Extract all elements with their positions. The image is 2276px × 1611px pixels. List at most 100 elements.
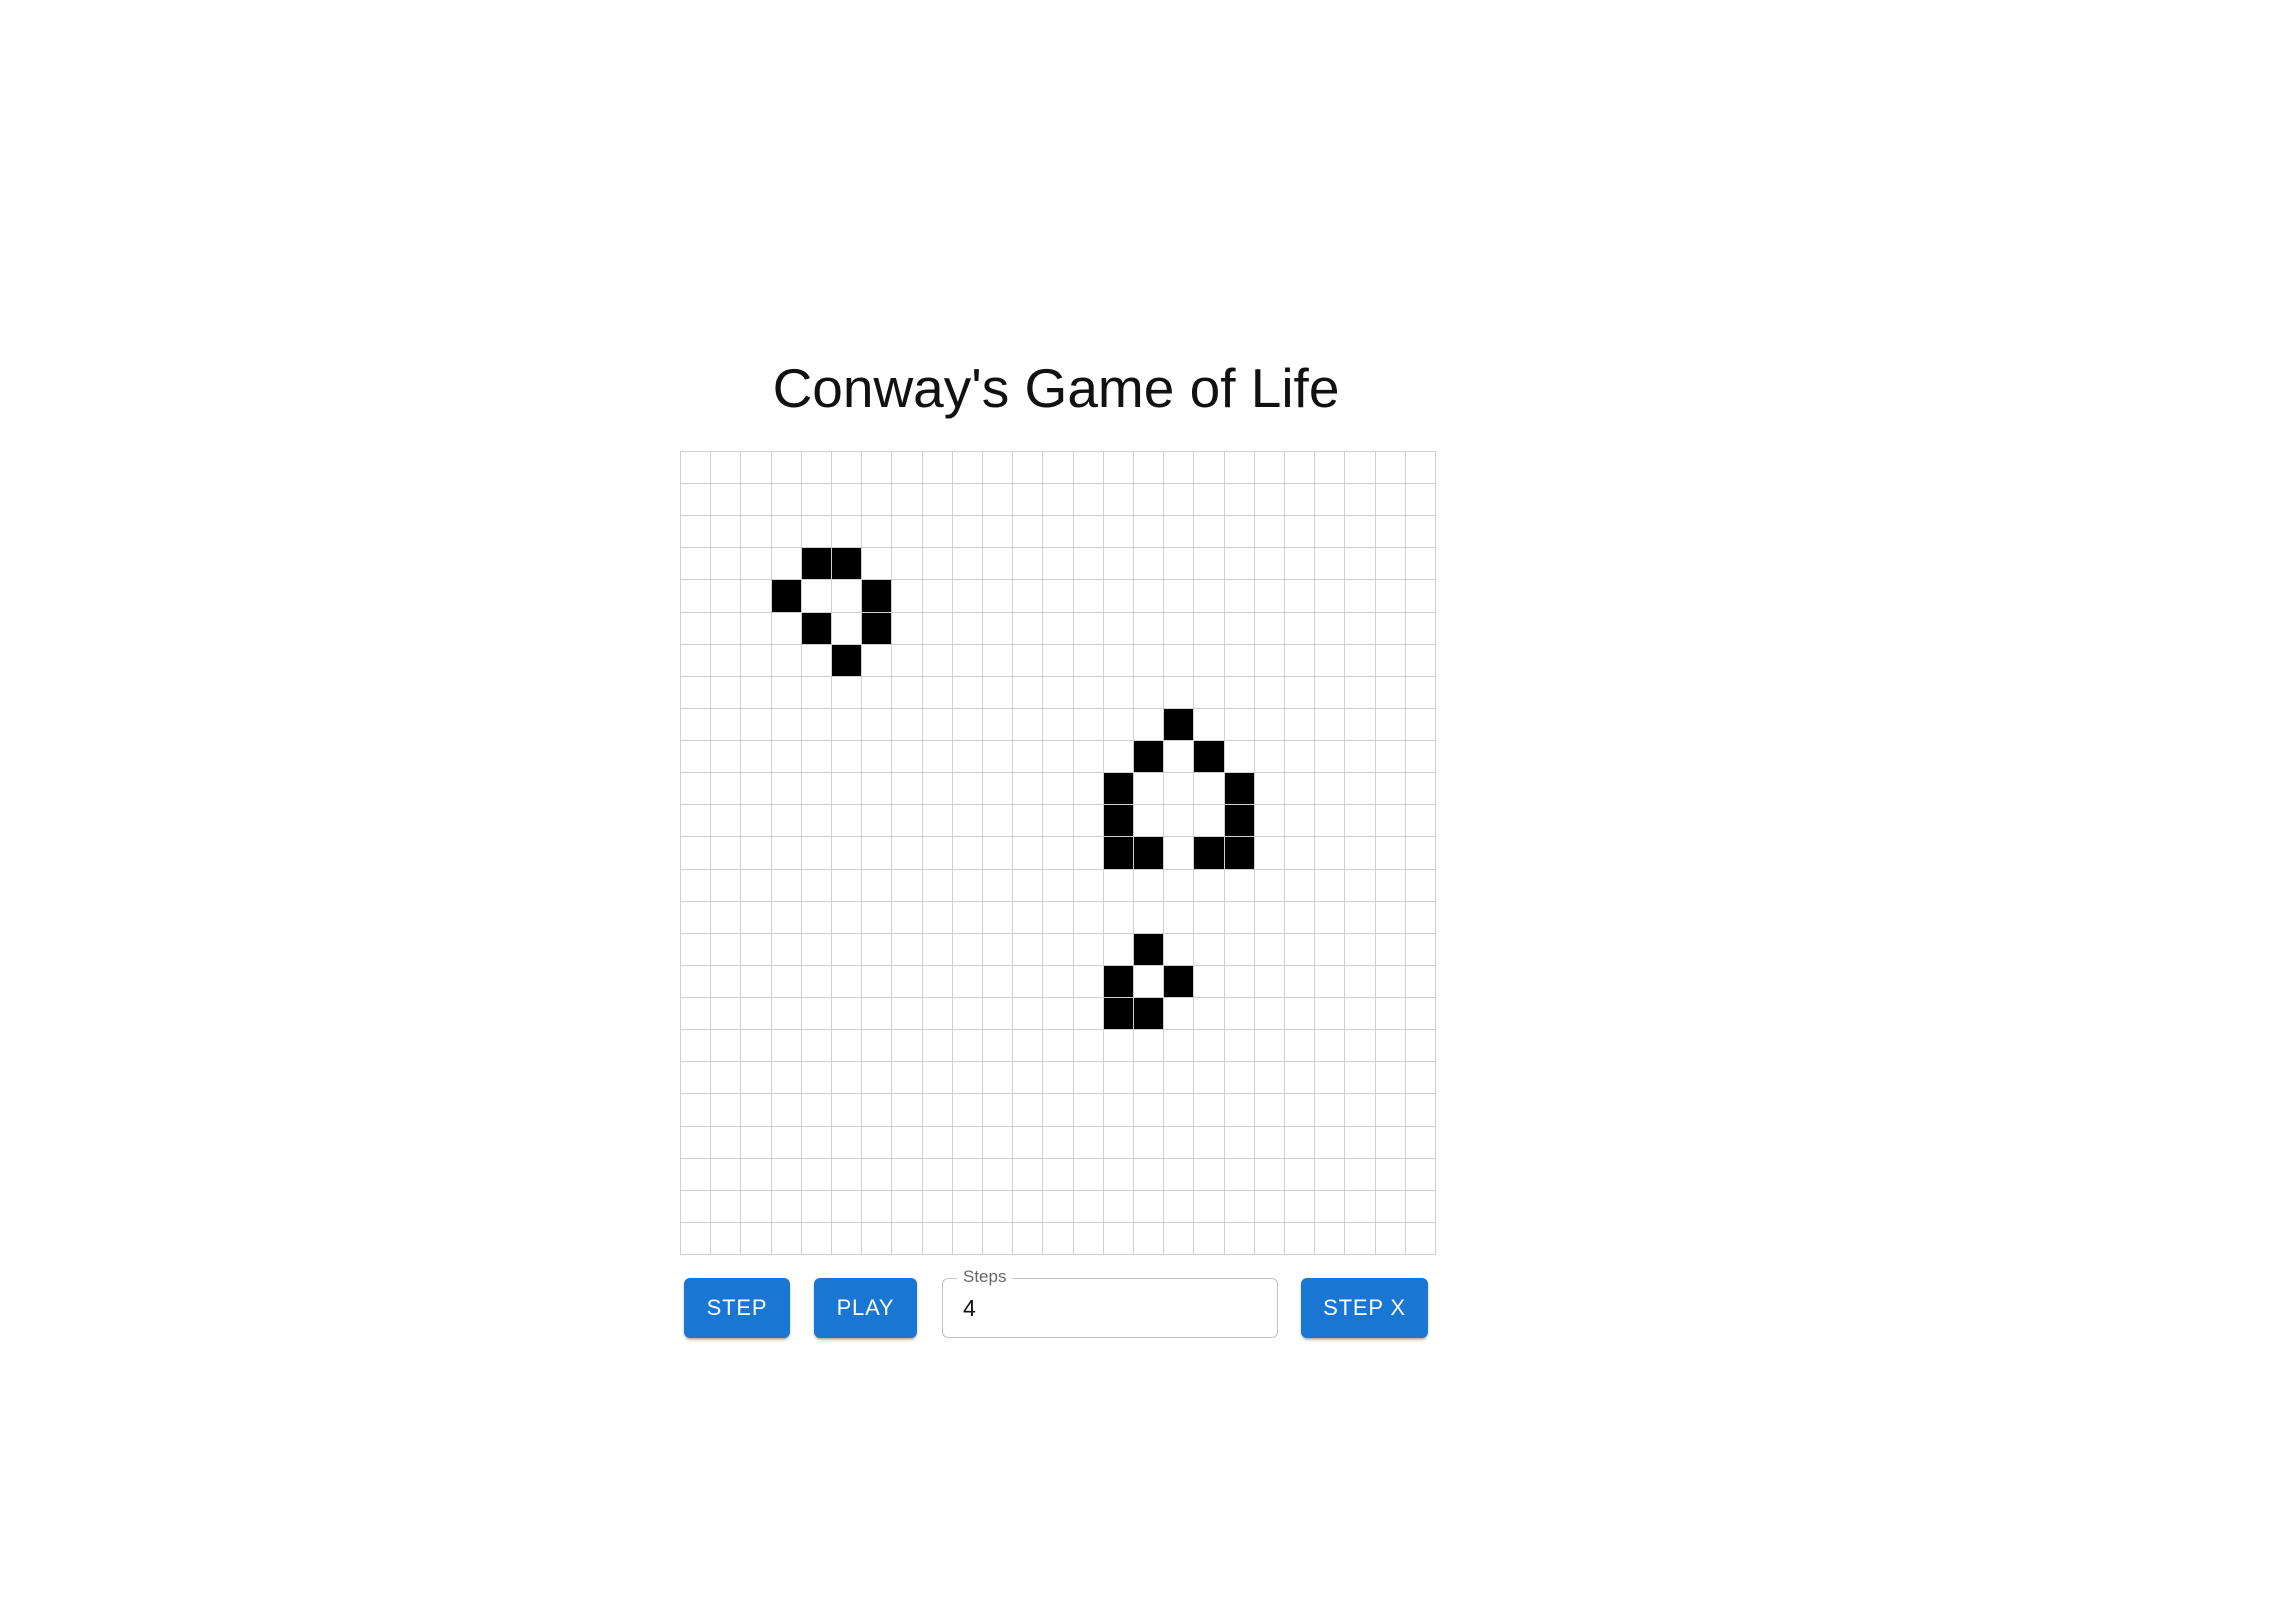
grid-cell[interactable] xyxy=(710,964,741,998)
grid-cell[interactable] xyxy=(891,932,922,965)
grid-cell[interactable] xyxy=(1193,868,1224,901)
grid-cell[interactable] xyxy=(921,707,952,741)
grid-cell[interactable] xyxy=(740,804,771,837)
grid-cell[interactable] xyxy=(831,1029,862,1062)
grid-cell[interactable] xyxy=(1253,451,1284,484)
grid-cell[interactable] xyxy=(770,1221,801,1254)
grid-cell[interactable] xyxy=(1193,964,1224,998)
grid-cell[interactable] xyxy=(680,675,711,708)
grid-cell[interactable] xyxy=(1193,451,1224,484)
grid-cell[interactable] xyxy=(1163,515,1194,548)
grid-cell[interactable] xyxy=(861,1125,892,1158)
grid-cell[interactable] xyxy=(951,1221,982,1254)
grid-cell[interactable] xyxy=(710,740,741,773)
grid-cell[interactable] xyxy=(951,1189,982,1222)
grid-cell[interactable] xyxy=(921,643,952,676)
grid-cell[interactable] xyxy=(861,964,892,998)
grid-cell[interactable] xyxy=(951,868,982,901)
grid-cell[interactable] xyxy=(982,707,1013,741)
grid-cell[interactable] xyxy=(951,547,982,580)
grid-cell[interactable] xyxy=(1253,900,1284,933)
grid-cell[interactable] xyxy=(740,836,771,869)
grid-cell[interactable] xyxy=(680,611,711,644)
grid-cell[interactable] xyxy=(680,740,711,773)
grid-cell[interactable] xyxy=(1344,1029,1375,1062)
grid-cell-alive[interactable] xyxy=(861,579,892,612)
grid-cell-alive[interactable] xyxy=(1163,707,1194,741)
grid-cell[interactable] xyxy=(680,772,711,805)
grid-cell-alive[interactable] xyxy=(1223,836,1254,869)
grid-cell[interactable] xyxy=(831,451,862,484)
grid-cell[interactable] xyxy=(1284,515,1315,548)
grid-cell[interactable] xyxy=(770,643,801,676)
grid-cell[interactable] xyxy=(1042,579,1073,612)
grid-cell[interactable] xyxy=(1314,1125,1345,1158)
grid-cell[interactable] xyxy=(1344,1189,1375,1222)
grid-cell[interactable] xyxy=(770,964,801,998)
grid-cell[interactable] xyxy=(1284,483,1315,516)
grid-cell[interactable] xyxy=(891,707,922,741)
grid-cell[interactable] xyxy=(800,1061,831,1094)
grid-cell[interactable] xyxy=(891,451,922,484)
grid-cell-alive[interactable] xyxy=(1102,804,1133,837)
grid-cell[interactable] xyxy=(680,804,711,837)
grid-cell[interactable] xyxy=(1102,643,1133,676)
grid-cell[interactable] xyxy=(740,740,771,773)
grid-cell[interactable] xyxy=(1042,1221,1073,1254)
grid-cell[interactable] xyxy=(1284,611,1315,644)
grid-cell[interactable] xyxy=(710,1157,741,1190)
grid-cell[interactable] xyxy=(1102,900,1133,933)
grid-cell[interactable] xyxy=(1133,451,1164,484)
grid-cell[interactable] xyxy=(982,772,1013,805)
grid-cell[interactable] xyxy=(1012,451,1043,484)
grid-cell[interactable] xyxy=(1133,1125,1164,1158)
grid-cell[interactable] xyxy=(1404,1029,1435,1062)
grid-cell[interactable] xyxy=(861,740,892,773)
grid-cell[interactable] xyxy=(710,515,741,548)
grid-cell[interactable] xyxy=(861,932,892,965)
grid-cell[interactable] xyxy=(1344,900,1375,933)
grid-cell[interactable] xyxy=(1012,643,1043,676)
grid-cell[interactable] xyxy=(891,1157,922,1190)
grid-cell[interactable] xyxy=(1042,804,1073,837)
grid-cell[interactable] xyxy=(1012,1061,1043,1094)
grid-cell[interactable] xyxy=(1042,836,1073,869)
grid-cell[interactable] xyxy=(951,932,982,965)
grid-cell[interactable] xyxy=(1012,1093,1043,1126)
grid-cell[interactable] xyxy=(982,868,1013,901)
grid-cell[interactable] xyxy=(1223,1125,1254,1158)
grid-cell[interactable] xyxy=(1163,1189,1194,1222)
grid-cell[interactable] xyxy=(1284,1125,1315,1158)
grid-cell[interactable] xyxy=(1102,675,1133,708)
grid-cell[interactable] xyxy=(1404,836,1435,869)
grid-cell[interactable] xyxy=(921,1157,952,1190)
grid-cell[interactable] xyxy=(1374,1093,1405,1126)
grid-cell[interactable] xyxy=(1284,1221,1315,1254)
grid-cell[interactable] xyxy=(1012,611,1043,644)
grid-cell[interactable] xyxy=(1163,1093,1194,1126)
grid-cell[interactable] xyxy=(1404,868,1435,901)
grid-cell[interactable] xyxy=(831,1189,862,1222)
grid-cell[interactable] xyxy=(1163,579,1194,612)
grid-cell[interactable] xyxy=(740,579,771,612)
grid-cell[interactable] xyxy=(1223,997,1254,1030)
grid-cell[interactable] xyxy=(710,1125,741,1158)
grid-cell[interactable] xyxy=(1072,740,1103,773)
grid-cell[interactable] xyxy=(680,579,711,612)
grid-cell[interactable] xyxy=(680,643,711,676)
grid-cell-alive[interactable] xyxy=(1223,772,1254,805)
grid-cell[interactable] xyxy=(861,1189,892,1222)
grid-cell[interactable] xyxy=(982,675,1013,708)
grid-cell[interactable] xyxy=(1042,1157,1073,1190)
grid-cell[interactable] xyxy=(1012,900,1043,933)
grid-cell[interactable] xyxy=(1253,643,1284,676)
grid-cell[interactable] xyxy=(1163,740,1194,773)
grid-cell[interactable] xyxy=(1193,515,1224,548)
grid-cell[interactable] xyxy=(891,900,922,933)
grid-cell[interactable] xyxy=(1314,547,1345,580)
grid-cell[interactable] xyxy=(1374,1029,1405,1062)
grid-cell[interactable] xyxy=(1102,707,1133,741)
grid-cell[interactable] xyxy=(1374,579,1405,612)
grid-cell[interactable] xyxy=(770,515,801,548)
grid-cell[interactable] xyxy=(861,836,892,869)
